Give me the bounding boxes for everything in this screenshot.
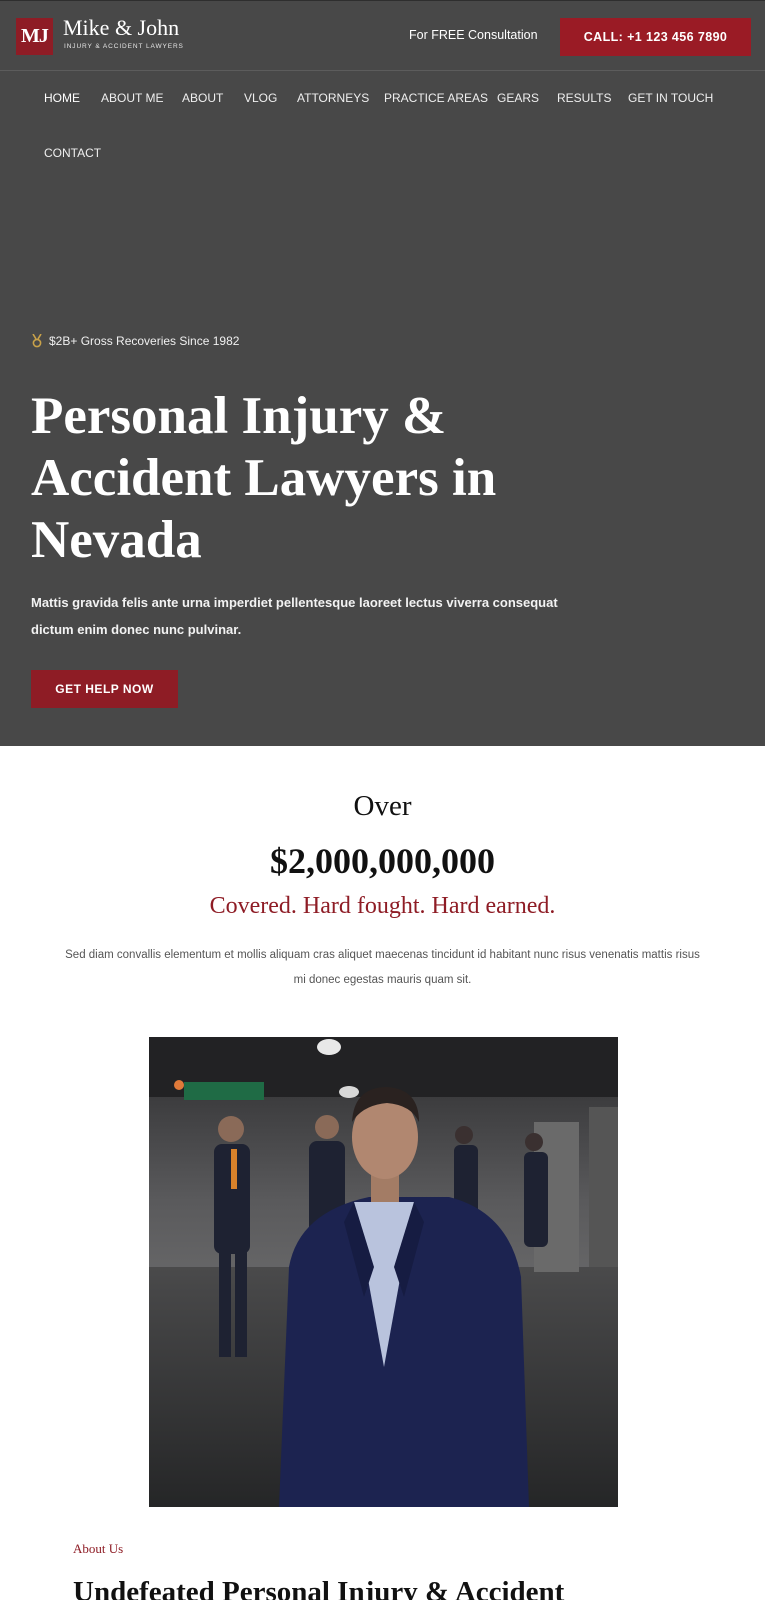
nav-item-attorneys[interactable]: ATTORNEYS: [297, 91, 369, 105]
stats-tagline: Covered. Hard fought. Hard earned.: [209, 893, 556, 919]
lawyer-team-photo-illustration: [149, 1037, 618, 1507]
hero-text: Mattis gravida felis ante urna imperdiet…: [31, 595, 558, 637]
stats-over: Over: [353, 790, 412, 822]
logo-mark[interactable]: MJ: [16, 18, 53, 55]
stats-text: Sed diam convallis elementum et mollis a…: [65, 949, 700, 986]
hero-title: Personal Injury & Accident Lawyers in Ne…: [31, 387, 497, 569]
recoveries-badge: $2B+ Gross Recoveries Since 1982: [32, 334, 239, 348]
logo-subtitle: INJURY & ACCIDENT LAWYERS: [64, 43, 184, 50]
nav-item-home[interactable]: HOME: [44, 91, 80, 105]
nav-item-about[interactable]: ABOUT: [182, 91, 223, 105]
nav-item-about-me[interactable]: ABOUT ME: [101, 91, 163, 105]
nav-item-practice-areas[interactable]: PRACTICE AREAS: [384, 91, 488, 105]
nav-item-gears[interactable]: GEARS: [497, 91, 539, 105]
badge-text: $2B+ Gross Recoveries Since 1982: [49, 334, 240, 348]
free-consultation-link[interactable]: For FREE Consultation: [409, 28, 538, 42]
nav-item-vlog[interactable]: VLOG: [244, 91, 277, 105]
nav-item-results[interactable]: RESULTS: [557, 91, 611, 105]
nav-item-get-in-touch[interactable]: GET IN TOUCH: [628, 91, 713, 105]
get-help-now-button[interactable]: GET HELP NOW: [31, 670, 178, 708]
lawyer-team-photo: [149, 1037, 618, 1507]
hero-section: MJ Mike & John INJURY & ACCIDENT LAWYERS…: [0, 0, 765, 746]
about-heading: Undefeated Personal Injury & Accident: [73, 1576, 565, 1600]
medal-icon: [32, 334, 42, 348]
stats-amount: $2,000,000,000: [270, 841, 495, 881]
call-button[interactable]: CALL: +1 123 456 7890: [560, 18, 751, 56]
about-label: About Us: [73, 1541, 124, 1556]
nav-item-contact[interactable]: CONTACT: [44, 146, 101, 160]
top-header: MJ Mike & John INJURY & ACCIDENT LAWYERS…: [0, 0, 765, 71]
logo-title[interactable]: Mike & John: [63, 15, 179, 41]
